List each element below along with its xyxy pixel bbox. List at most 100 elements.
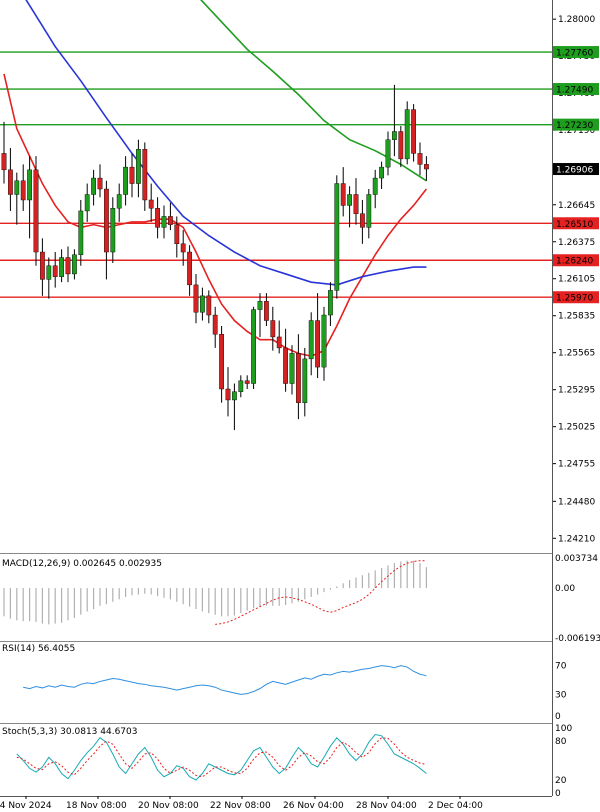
bull-candle (328, 290, 333, 316)
bull-candle (385, 139, 391, 168)
bull-candle (84, 194, 90, 212)
bear-candle (7, 169, 13, 195)
stoch-tick-label: 0 (555, 789, 561, 799)
macd-label: MACD(12,26,9) 0.002645 0.002935 (2, 559, 162, 569)
bear-candle (148, 199, 154, 209)
bear-candle (360, 213, 365, 228)
bear-candle (180, 243, 186, 253)
bull-candle (347, 194, 352, 206)
price-tick-label: 1.25025 (558, 423, 595, 433)
price-chart: 1.280001.277301.274601.271901.266451.263… (0, 0, 600, 811)
stoch-d-line (16, 737, 427, 778)
bull-candle (308, 320, 314, 360)
time-tick-label: 20 Nov 08:00 (138, 801, 199, 811)
bear-candle (219, 334, 224, 390)
price-tick-label: 1.26375 (558, 238, 595, 248)
bear-candle (340, 183, 346, 206)
price-tick-label: 1.25295 (558, 386, 595, 396)
macd-tick-label: -0.006193 (555, 634, 600, 644)
price-tick-label: 1.25835 (558, 312, 595, 322)
candles (1, 84, 429, 431)
rsi-tick-label: 70 (555, 662, 567, 672)
bear-candle (244, 380, 250, 384)
price-axis: 1.280001.277301.274601.271901.266451.263… (552, 15, 599, 544)
time-tick-label: 28 Nov 04:00 (356, 801, 417, 811)
level-tag-label: 1.27490 (556, 86, 593, 96)
bear-candle (33, 169, 39, 253)
bear-candle (264, 301, 269, 321)
bear-candle (411, 109, 416, 154)
bear-candle (187, 251, 192, 286)
bull-candle (366, 194, 372, 228)
time-tick-label: 26 Nov 04:00 (283, 801, 344, 811)
macd-tick-label: 0.003734 (555, 554, 598, 564)
bear-candle (193, 284, 199, 313)
bear-candle (142, 149, 148, 201)
bear-candle (315, 320, 320, 368)
moving-averages (3, 0, 428, 357)
price-tick-label: 1.26105 (558, 275, 595, 285)
bear-candle (283, 347, 288, 384)
bear-candle (276, 336, 282, 349)
bear-candle (167, 216, 173, 225)
bear-candle (398, 131, 404, 160)
bear-candle (1, 153, 7, 171)
levels-layer (0, 51, 552, 298)
bear-candle (20, 180, 26, 201)
price-tick-label: 1.28000 (558, 15, 595, 25)
time-tick-label: 2 Dec 04:00 (428, 801, 483, 811)
bull-candle (392, 131, 397, 140)
price-tick-label: 1.24210 (558, 534, 595, 544)
price-tick-label: 1.24755 (558, 460, 595, 470)
time-tick-label: 22 Nov 08:00 (210, 801, 271, 811)
rsi-label: RSI(14) 56.4055 (2, 644, 75, 654)
bull-candle (289, 353, 295, 384)
rsi-tick-label: 0 (555, 712, 561, 722)
bear-candle (353, 194, 359, 214)
level-tag-label: 1.27760 (556, 49, 593, 59)
bull-candle (110, 207, 116, 253)
price-tick-label: 1.24480 (558, 497, 595, 507)
stoch-panel: Stoch(5,3,3) 30.0813 44.6703 100 80 20 0 (2, 724, 572, 799)
bull-candle (372, 177, 378, 195)
bear-candle (212, 314, 218, 335)
bull-candle (116, 194, 122, 209)
stoch-tick-label: 20 (555, 776, 567, 786)
bear-candle (417, 153, 423, 165)
bull-candle (379, 166, 384, 179)
level-tag-label: 1.27230 (556, 121, 593, 131)
bull-candle (161, 216, 167, 228)
time-axis: 14 Nov 2024 18 Nov 08:00 20 Nov 08:00 22 No… (0, 796, 483, 811)
bull-candle (199, 295, 205, 313)
bull-candle (404, 109, 410, 160)
bull-candle (14, 180, 20, 195)
price-panel: 1.280001.277301.274601.271901.266451.263… (0, 0, 599, 544)
bull-candle (71, 254, 77, 275)
bear-candle (103, 188, 109, 253)
bear-candle (424, 164, 429, 170)
bull-candle (251, 309, 256, 384)
stoch-label: Stoch(5,3,3) 30.0813 44.6703 (2, 727, 137, 737)
bear-candle (206, 295, 212, 316)
bear-candle (296, 353, 301, 403)
time-tick-label: 14 Nov 2024 (0, 801, 52, 811)
bear-candle (129, 166, 135, 184)
bull-candle (321, 314, 327, 368)
level-tag-label: 1.25970 (556, 294, 593, 304)
macd-panel: MACD(12,26,9) 0.002645 0.002935 0.003734… (2, 554, 600, 644)
bear-candle (65, 257, 71, 275)
bear-candle (174, 224, 180, 245)
rsi-tick-label: 30 (555, 690, 567, 700)
level-tag-label: 1.26240 (556, 257, 593, 267)
bull-candle (123, 166, 129, 195)
moving-average-line (25, 0, 427, 286)
time-tick-label: 18 Nov 08:00 (66, 801, 127, 811)
bull-candle (302, 358, 308, 403)
rsi-panel: RSI(14) 56.4055 70 30 0 (2, 644, 567, 722)
bear-candle (155, 207, 160, 228)
bear-candle (52, 265, 58, 277)
bull-candle (46, 265, 52, 280)
stoch-k-line (16, 733, 427, 781)
bear-candle (270, 320, 276, 338)
bull-candle (78, 210, 84, 255)
